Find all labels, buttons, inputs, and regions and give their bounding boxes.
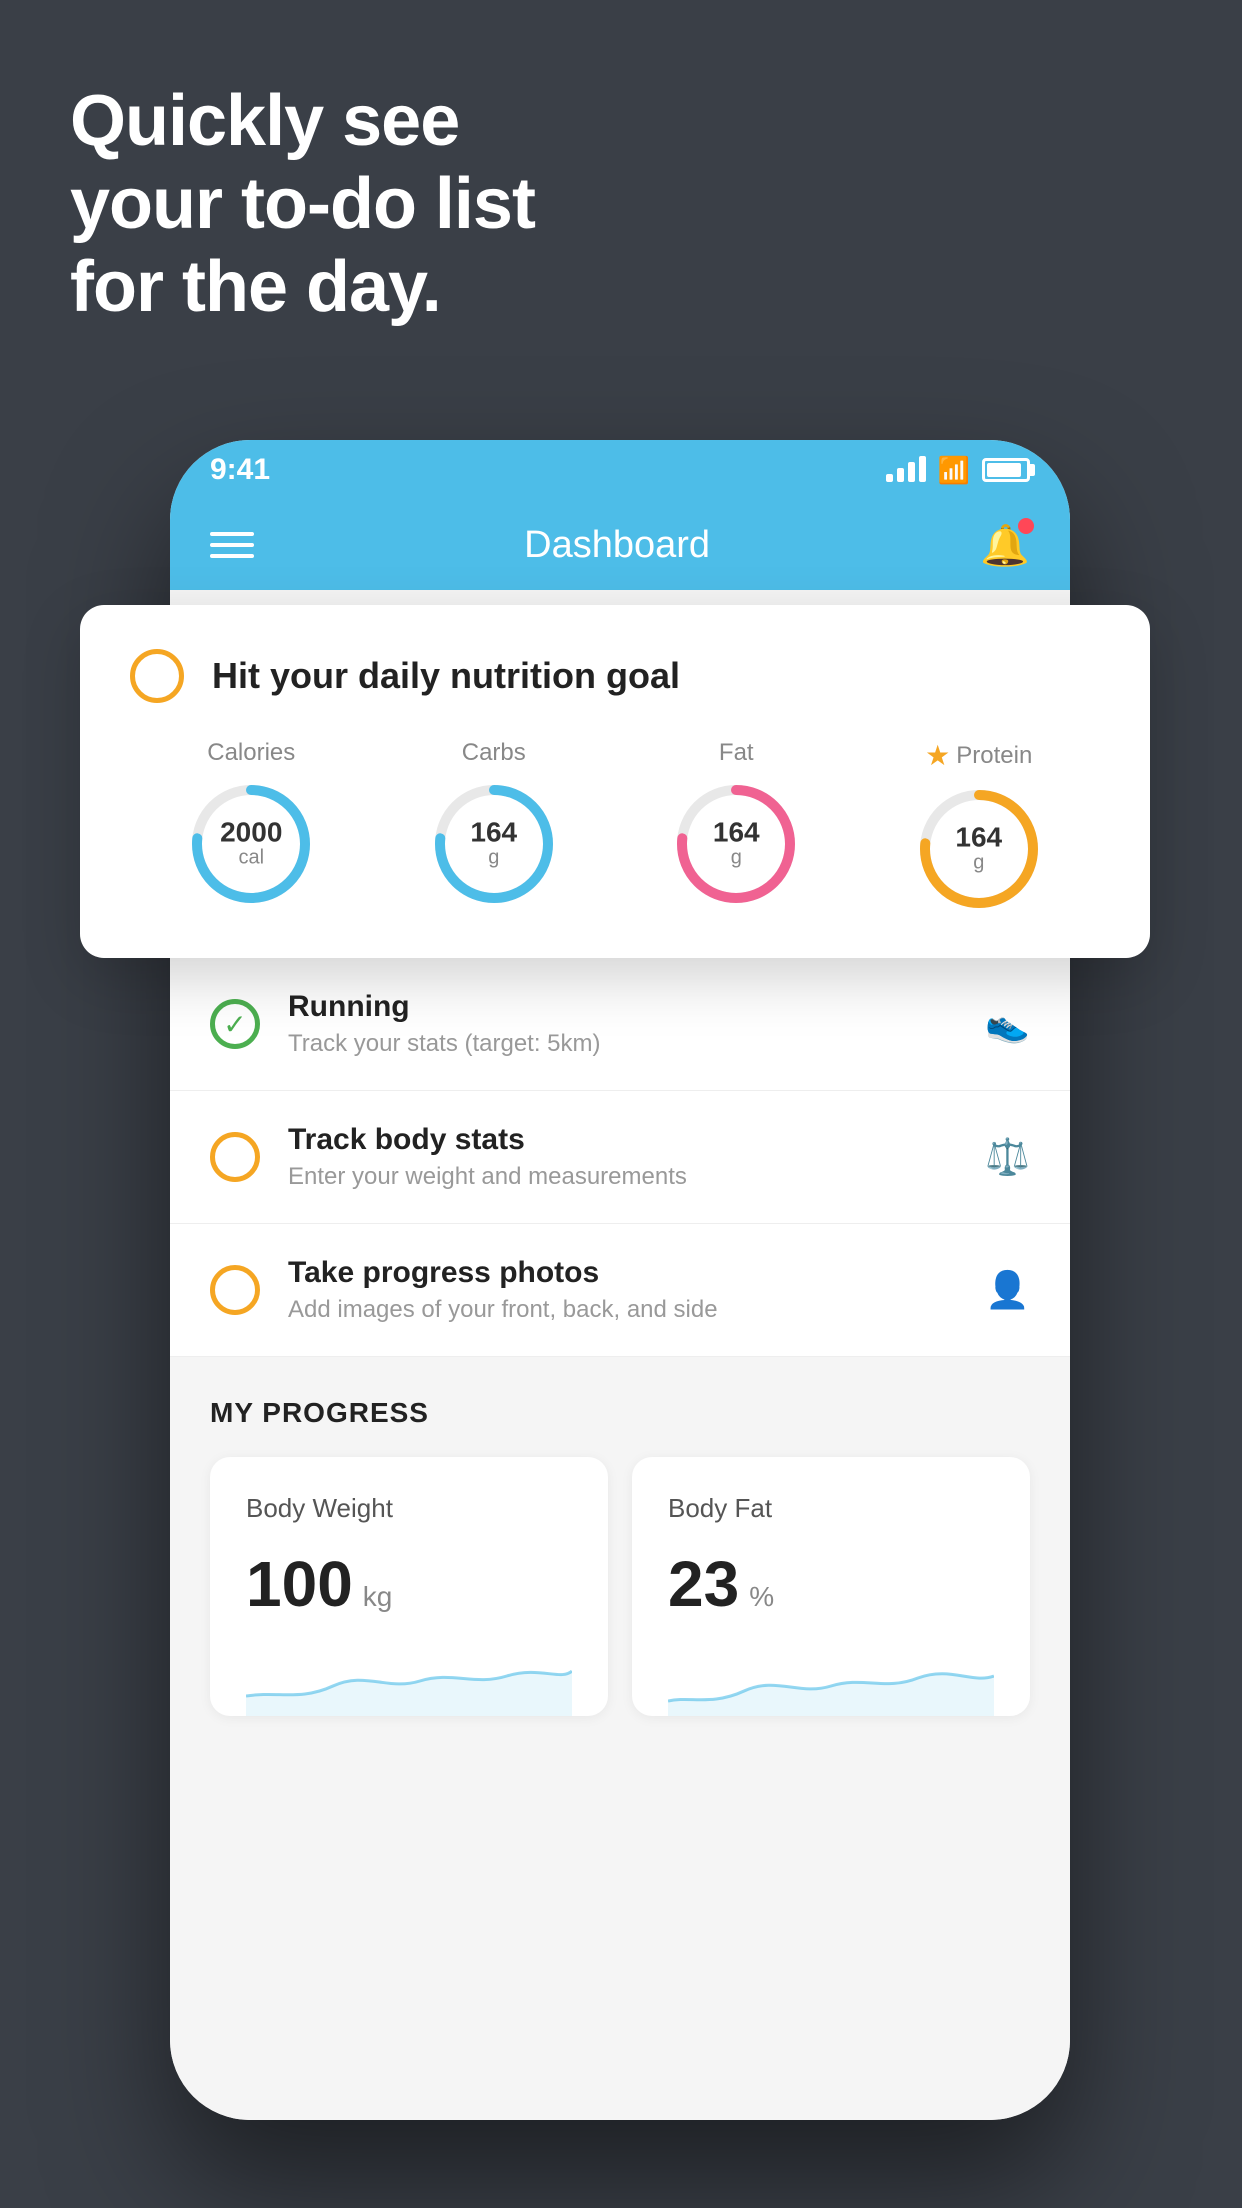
fat-unit: g bbox=[713, 847, 760, 870]
body-fat-card[interactable]: Body Fat 23 % bbox=[632, 1457, 1030, 1716]
nutrition-card-header: Hit your daily nutrition goal bbox=[130, 649, 1100, 703]
todo-desc: Add images of your front, back, and side bbox=[288, 1296, 957, 1324]
photo-icon: 👤 bbox=[985, 1269, 1030, 1311]
battery-icon bbox=[982, 458, 1030, 482]
signal-icon bbox=[886, 458, 926, 482]
carbs-unit: g bbox=[470, 847, 517, 870]
menu-button[interactable] bbox=[210, 532, 254, 558]
check-circle-yellow[interactable] bbox=[210, 1265, 260, 1315]
fat-circle: 164 g bbox=[671, 779, 801, 909]
protein-unit: g bbox=[955, 852, 1002, 875]
scale-icon: ⚖️ bbox=[985, 1136, 1030, 1178]
status-icons: 📶 bbox=[886, 455, 1030, 486]
body-weight-unit: kg bbox=[363, 1581, 393, 1613]
calories-label: Calories bbox=[207, 739, 295, 767]
protein-label: Protein bbox=[956, 742, 1032, 770]
status-time: 9:41 bbox=[210, 453, 270, 487]
fat-number: 164 bbox=[713, 819, 760, 847]
nutrition-title: Hit your daily nutrition goal bbox=[212, 655, 680, 697]
body-weight-label: Body Weight bbox=[246, 1493, 572, 1524]
carbs-number: 164 bbox=[470, 819, 517, 847]
todo-content: Running Track your stats (target: 5km) bbox=[288, 990, 957, 1058]
progress-section: MY PROGRESS Body Weight 100 kg bbox=[170, 1357, 1070, 1756]
calories-circle: 2000 cal bbox=[186, 779, 316, 909]
todo-name: Running bbox=[288, 990, 957, 1024]
todo-content: Track body stats Enter your weight and m… bbox=[288, 1123, 957, 1191]
list-item[interactable]: Take progress photos Add images of your … bbox=[170, 1224, 1070, 1357]
fat-label: Fat bbox=[719, 739, 754, 767]
todo-name: Track body stats bbox=[288, 1123, 957, 1157]
check-circle-yellow[interactable] bbox=[210, 1132, 260, 1182]
todo-content: Take progress photos Add images of your … bbox=[288, 1256, 957, 1324]
body-weight-value: 100 kg bbox=[246, 1552, 572, 1616]
todo-desc: Enter your weight and measurements bbox=[288, 1163, 957, 1191]
progress-title: MY PROGRESS bbox=[210, 1397, 1030, 1429]
body-weight-chart bbox=[246, 1636, 572, 1716]
nav-bar: Dashboard 🔔 bbox=[170, 500, 1070, 590]
body-fat-unit: % bbox=[749, 1581, 774, 1613]
body-fat-value: 23 % bbox=[668, 1552, 994, 1616]
macro-calories: Calories 2000 cal bbox=[186, 739, 316, 909]
nav-title: Dashboard bbox=[524, 524, 710, 567]
hero-text: Quickly see your to-do list for the day. bbox=[70, 80, 535, 328]
nutrition-macros: Calories 2000 cal Carbs bbox=[130, 739, 1100, 914]
body-weight-card[interactable]: Body Weight 100 kg bbox=[210, 1457, 608, 1716]
macro-carbs: Carbs 164 g bbox=[429, 739, 559, 909]
todo-list: ✓ Running Track your stats (target: 5km)… bbox=[170, 958, 1070, 1357]
list-item[interactable]: ✓ Running Track your stats (target: 5km)… bbox=[170, 958, 1070, 1091]
macro-fat: Fat 164 g bbox=[671, 739, 801, 909]
list-item[interactable]: Track body stats Enter your weight and m… bbox=[170, 1091, 1070, 1224]
carbs-circle: 164 g bbox=[429, 779, 559, 909]
body-fat-number: 23 bbox=[668, 1552, 739, 1616]
body-fat-chart bbox=[668, 1636, 994, 1716]
shoe-icon: 👟 bbox=[985, 1003, 1030, 1045]
carbs-label: Carbs bbox=[462, 739, 526, 767]
progress-cards: Body Weight 100 kg Body Fat bbox=[210, 1457, 1030, 1716]
todo-desc: Track your stats (target: 5km) bbox=[288, 1030, 957, 1058]
notification-badge bbox=[1018, 518, 1034, 534]
protein-number: 164 bbox=[955, 824, 1002, 852]
status-bar: 9:41 📶 bbox=[170, 440, 1070, 500]
body-weight-number: 100 bbox=[246, 1552, 353, 1616]
check-circle-green[interactable]: ✓ bbox=[210, 999, 260, 1049]
todo-name: Take progress photos bbox=[288, 1256, 957, 1290]
protein-circle: 164 g bbox=[914, 784, 1044, 914]
wifi-icon: 📶 bbox=[938, 455, 970, 486]
notification-button[interactable]: 🔔 bbox=[980, 522, 1030, 569]
macro-protein: ★ Protein 164 g bbox=[914, 739, 1044, 914]
protein-label-row: ★ Protein bbox=[925, 739, 1032, 772]
star-icon: ★ bbox=[925, 739, 950, 772]
body-fat-label: Body Fat bbox=[668, 1493, 994, 1524]
calories-unit: cal bbox=[220, 847, 282, 870]
nutrition-card: Hit your daily nutrition goal Calories 2… bbox=[80, 605, 1150, 958]
calories-number: 2000 bbox=[220, 819, 282, 847]
nutrition-check-circle[interactable] bbox=[130, 649, 184, 703]
